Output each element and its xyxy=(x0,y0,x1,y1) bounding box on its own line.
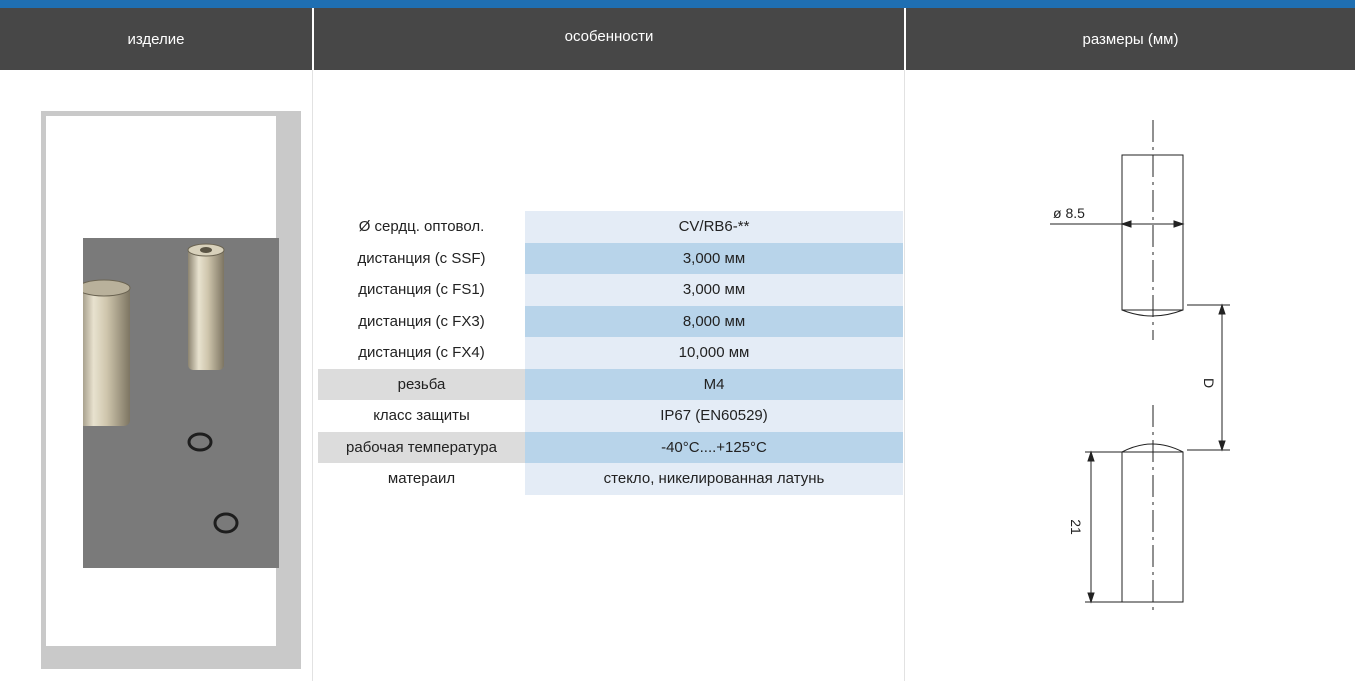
header-features: особенности xyxy=(564,28,654,45)
table-row: матераил стекло, никелированная латунь xyxy=(318,463,903,495)
diameter-label: ø 8.5 xyxy=(1053,205,1085,221)
feature-label: рабочая температура xyxy=(318,431,525,463)
feature-value: 3,000 мм xyxy=(525,242,903,274)
feature-value: 8,000 мм xyxy=(525,305,903,337)
table-row: дистанция (с FX3) 8,000 мм xyxy=(318,305,903,337)
distance-label: D xyxy=(1201,378,1217,388)
table-row: дистанция (с SSF) 3,000 мм xyxy=(318,242,903,274)
feature-label: класс защиты xyxy=(373,407,470,425)
features-table: Ø сердц. оптовол. CV/RB6-** дистанция (с… xyxy=(318,211,903,495)
feature-label: дистанция (с FS1) xyxy=(358,281,485,299)
feature-label: дистанция (с FX4) xyxy=(358,344,485,362)
o-ring-2 xyxy=(213,512,239,534)
feature-value: стекло, никелированная латунь xyxy=(525,463,903,495)
table-row: класс защиты IP67 (EN60529) xyxy=(318,400,903,432)
header-product: изделие xyxy=(127,30,185,48)
feature-value: IP67 (EN60529) xyxy=(525,400,903,432)
feature-label: дистанция (с FX3) xyxy=(358,312,485,330)
table-row: рабочая температура -40°C....+125°C xyxy=(318,431,903,463)
accent-stripe xyxy=(0,0,1355,8)
feature-label: Ø сердц. оптовол. xyxy=(358,218,485,236)
table-row: дистанция (с FX4) 10,000 мм xyxy=(318,337,903,369)
lens-tube-left xyxy=(83,286,130,426)
header-dimensions: размеры (мм) xyxy=(1082,30,1179,48)
table-row: резьба M4 xyxy=(318,368,903,400)
feature-value: 3,000 мм xyxy=(525,274,903,306)
product-photo xyxy=(83,238,279,568)
table-row: Ø сердц. оптовол. CV/RB6-** xyxy=(318,211,903,243)
feature-label: дистанция (с SSF) xyxy=(357,249,486,267)
table-header: изделие особенности размеры (мм) xyxy=(0,8,1355,70)
o-ring-1 xyxy=(187,432,213,452)
dimension-drawing: ø 8.5 D 21 xyxy=(1050,120,1230,610)
column-divider xyxy=(312,70,313,681)
length-label: 21 xyxy=(1068,519,1084,535)
lens-product-image xyxy=(83,243,239,534)
feature-value: M4 xyxy=(525,368,903,400)
feature-value: 10,000 мм xyxy=(525,337,903,369)
table-row: дистанция (с FS1) 3,000 мм xyxy=(318,274,903,306)
feature-label: резьба xyxy=(318,368,525,400)
feature-value: CV/RB6-** xyxy=(525,211,903,243)
feature-label: матераил xyxy=(387,470,456,488)
lens-tube-right xyxy=(188,248,224,370)
feature-value: -40°C....+125°C xyxy=(525,431,903,463)
column-divider xyxy=(904,70,905,681)
